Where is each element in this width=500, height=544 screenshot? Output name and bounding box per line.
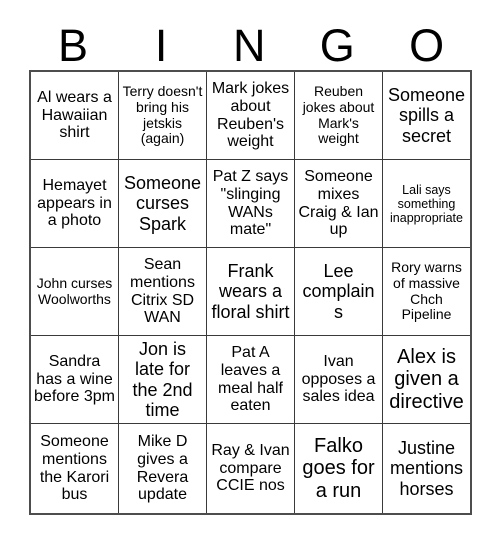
bingo-cell-text: Ivan opposes a sales idea <box>301 352 376 406</box>
bingo-cell-text: Someone mentions the Karori bus <box>39 432 110 504</box>
bingo-cell-text: Pat A leaves a meal half eaten <box>218 343 283 415</box>
bingo-cell[interactable]: Justine mentions horses <box>383 424 470 513</box>
bingo-cell-text: Pat Z says "slinging WANs mate" <box>212 167 289 239</box>
bingo-cell[interactable]: Lali says something inappropriate <box>383 160 470 248</box>
bingo-cell[interactable]: Someone spills a secret <box>383 72 470 160</box>
bingo-cell-text: Justine mentions horses <box>389 438 464 499</box>
bingo-cell-text: Someone curses Spark <box>123 173 202 234</box>
bingo-cell[interactable]: Jon is late for the 2nd time <box>119 336 207 424</box>
bingo-cell-text: Mark jokes about Reuben's weight <box>211 79 290 151</box>
bingo-cell[interactable]: Ivan opposes a sales idea <box>295 336 383 424</box>
bingo-cell[interactable]: Someone mixes Craig & Ian up <box>295 160 383 248</box>
bingo-cell[interactable]: Falko goes for a run <box>295 424 383 513</box>
bingo-cell-text: Sandra has a wine before 3pm <box>34 352 115 406</box>
bingo-header-letter-o: O <box>409 20 445 71</box>
bingo-cell[interactable]: Al wears a Hawaiian shirt <box>31 72 119 160</box>
bingo-cell-text: Sean mentions Citrix SD WAN <box>130 255 195 327</box>
bingo-cell-text: Al wears a Hawaiian shirt <box>37 88 112 142</box>
bingo-cell-text: Someone mixes Craig & Ian up <box>298 167 379 239</box>
bingo-cell[interactable]: John curses Woolworths <box>31 248 119 336</box>
bingo-cell-text: Mike D gives a Revera update <box>136 432 189 504</box>
bingo-cell[interactable]: Hemayet appears in a photo <box>31 160 119 248</box>
bingo-cell[interactable]: Mike D gives a Revera update <box>119 424 207 513</box>
bingo-cell-text: Falko goes for a run <box>302 434 375 502</box>
bingo-cell[interactable]: Rory warns of massive Chch Pipeline <box>383 248 470 336</box>
bingo-cell-text: Frank wears a floral shirt <box>211 261 290 322</box>
bingo-card: B I N G O Al wears a Hawaiian shirt Terr… <box>0 0 500 544</box>
bingo-cell[interactable]: Sean mentions Citrix SD WAN <box>119 248 207 336</box>
bingo-cell-text: Lali says something inappropriate <box>390 182 463 225</box>
bingo-cell[interactable]: Reuben jokes about Mark's weight <box>295 72 383 160</box>
bingo-cell-text: Reuben jokes about Mark's weight <box>302 83 375 147</box>
bingo-cell-text: Ray & Ivan compare CCIE nos <box>211 441 290 495</box>
bingo-cell[interactable]: Mark jokes about Reuben's weight <box>207 72 295 160</box>
bingo-header-letter-n: N <box>232 20 266 71</box>
bingo-header-letter-b: B <box>58 20 89 71</box>
bingo-header-letter-g: G <box>319 20 355 71</box>
bingo-cell[interactable]: Pat A leaves a meal half eaten <box>207 336 295 424</box>
bingo-cell[interactable]: Alex is given a directive <box>383 336 470 424</box>
bingo-cell[interactable]: Ray & Ivan compare CCIE nos <box>207 424 295 513</box>
bingo-cell[interactable]: Terry doesn't bring his jetskis (again) <box>119 72 207 160</box>
bingo-cell[interactable]: Pat Z says "slinging WANs mate" <box>207 160 295 248</box>
bingo-header-letter-i: I <box>154 20 168 71</box>
bingo-cell[interactable]: Sandra has a wine before 3pm <box>31 336 119 424</box>
bingo-cell[interactable]: Lee complains <box>295 248 383 336</box>
bingo-cell-text: Alex is given a directive <box>389 345 464 413</box>
bingo-cell[interactable]: Someone mentions the Karori bus <box>31 424 119 513</box>
bingo-cell-text: Hemayet appears in a photo <box>37 176 112 230</box>
bingo-cell-text: Someone spills a secret <box>387 85 466 146</box>
bingo-cell[interactable]: Someone curses Spark <box>119 160 207 248</box>
bingo-grid: Al wears a Hawaiian shirt Terry doesn't … <box>29 70 472 515</box>
bingo-cell-text: Lee complains <box>302 261 375 322</box>
bingo-cell-text: Jon is late for the 2nd time <box>132 339 193 420</box>
bingo-cell[interactable]: Frank wears a floral shirt <box>207 248 295 336</box>
bingo-cell-text: Rory warns of massive Chch Pipeline <box>391 259 462 323</box>
bingo-cell-text: John curses Woolworths <box>36 274 113 307</box>
bingo-header-row: B I N G O <box>29 18 472 70</box>
bingo-cell-text: Terry doesn't bring his jetskis (again) <box>122 83 203 147</box>
